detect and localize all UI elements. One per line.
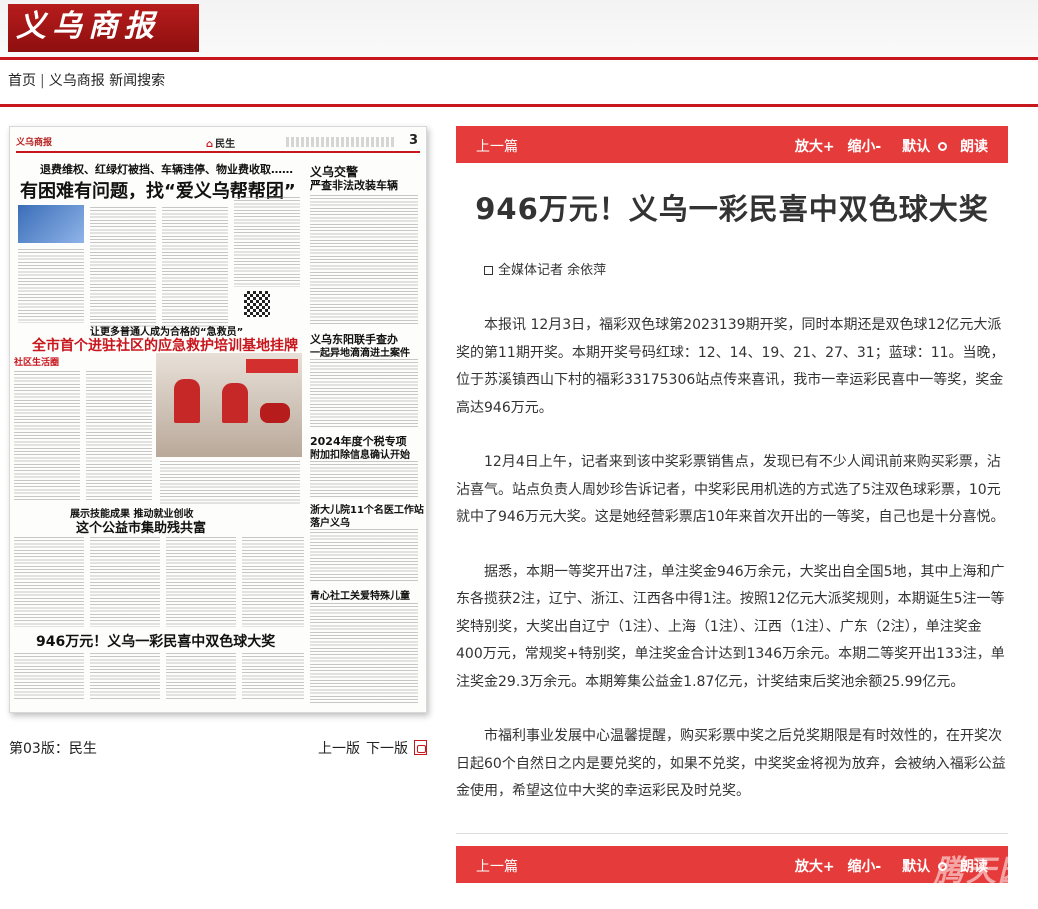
paper-text-block: [310, 529, 418, 581]
paper-headline-2[interactable]: 全市首个进驻社区的应急救护培训基地挂牌: [32, 335, 298, 355]
prev-page-link[interactable]: 上一版: [318, 741, 360, 757]
zoom-out-button-bottom[interactable]: 缩小-: [847, 859, 881, 875]
paper-text-block: [14, 653, 84, 699]
paper-header-meta: [286, 137, 396, 147]
paper-photo-2: [156, 353, 302, 457]
paper-text-block: [90, 653, 160, 699]
paper-text-block: [310, 359, 418, 429]
prev-article-link[interactable]: 上一篇: [476, 136, 518, 156]
zoom-in-button-bottom[interactable]: 放大+: [795, 859, 835, 875]
paper-side-headline-5[interactable]: 青心社工关爱特殊儿童: [310, 587, 410, 602]
paper-text-block: [14, 371, 80, 501]
breadcrumb-nav: 首页 | 义乌商报 新闻搜索: [8, 73, 166, 89]
nav-paper-link[interactable]: 义乌商报: [49, 73, 105, 89]
article-paragraph: 市福利事业发展中心温馨提醒，购买彩票中奖之后兑奖期限是有时效性的，在开奖次日起6…: [456, 728, 1006, 799]
paper-text-block: [234, 197, 300, 287]
paper-side-headline-1b[interactable]: 严查非法改装车辆: [310, 177, 398, 193]
default-size-label: 默认: [902, 139, 931, 155]
article-byline: 全媒体记者 余依萍: [484, 259, 606, 278]
paper-text-block: [162, 207, 228, 327]
article-paragraph: 据悉，本期一等奖开出7注，单注奖金946万余元，大奖出自全国5地，其中上海和广东…: [456, 563, 1005, 690]
paper-text-block: [90, 537, 160, 627]
article-paragraph: 12月4日上午，记者来到该中奖彩票销售点，发现已有不少人闻讯前来购买彩票，沾沾喜…: [456, 454, 1005, 525]
next-page-link[interactable]: 下一版: [366, 741, 408, 757]
square-icon: [484, 266, 493, 275]
page-caption: 第03版：民生: [9, 741, 97, 757]
pdf-icon[interactable]: [414, 740, 427, 755]
paper-text-block: [86, 371, 152, 501]
paper-text-block: [14, 537, 84, 627]
nav-home-link[interactable]: 首页: [8, 73, 36, 89]
zoom-in-button[interactable]: 放大+: [795, 139, 835, 155]
paper-masthead: 义乌商报: [16, 138, 53, 148]
paper-text-block: [166, 653, 236, 699]
byline-text: 全媒体记者 余依萍: [498, 263, 607, 278]
prev-article-link-bottom[interactable]: 上一篇: [476, 856, 518, 876]
paper-headline-3[interactable]: 这个公益市集助残共富: [76, 517, 206, 536]
paper-text-block: [310, 603, 418, 703]
paper-section-label: 民生: [206, 135, 235, 150]
article-body: 本报讯 12月3日，福彩双色球第2023139期开奖，同时本期还是双色球12亿元…: [456, 312, 1008, 833]
circle-icon: [938, 142, 948, 151]
paper-text-block: [310, 195, 418, 325]
paper-kicker-1[interactable]: 退费维权、红绿灯被挡、车辆违停、物业费收取……: [40, 161, 293, 177]
paper-page-header: 义乌商报 民生 3: [16, 133, 420, 153]
paper-side-headline-2b[interactable]: 一起异地滴滴进土案件: [310, 344, 410, 359]
paper-text-block: [242, 537, 304, 627]
paper-text-block: [90, 207, 156, 327]
read-aloud-button[interactable]: 朗读: [960, 139, 988, 155]
paper-text-block: [310, 461, 418, 499]
paper-text-block: [160, 461, 300, 505]
site-watermark: 腾天园: [934, 854, 1030, 889]
site-logo[interactable]: 义乌商报: [8, 4, 199, 52]
article-toolbar-bottom: 上一篇 放大+ 缩小- 默认 朗读: [456, 846, 1008, 883]
paper-side-headline-3b[interactable]: 附加扣除信息确认开始: [310, 446, 410, 461]
paper-text-block: [242, 653, 304, 699]
paper-text-block: [166, 537, 236, 627]
page-navigation: 上一版 下一版: [318, 738, 433, 758]
paper-page-number: 3: [408, 133, 418, 148]
site-header: 义乌商报: [0, 0, 1038, 60]
article-divider: [456, 833, 1008, 834]
paper-side-headline-4b[interactable]: 落户义乌: [310, 514, 350, 529]
paper-photo-1: [18, 205, 84, 243]
paper-text-block: [18, 249, 84, 323]
article-toolbar-top: 上一篇 放大+ 缩小- 默认 朗读: [456, 126, 1008, 163]
default-size-label: 默认: [902, 859, 931, 875]
paper-headline-4[interactable]: 946万元！义乌一彩民喜中双色球大奖: [36, 631, 275, 651]
nav-search-link[interactable]: 新闻搜索: [109, 73, 165, 89]
paper-qr-code: [244, 291, 270, 317]
article-title: 946万元！义乌一彩民喜中双色球大奖: [475, 192, 989, 226]
article-paragraph: 本报讯 12月3日，福彩双色球第2023139期开奖，同时本期还是双色球12亿元…: [456, 317, 1005, 416]
default-size-button[interactable]: 默认: [894, 139, 948, 155]
paper-tag: 社区生活圈: [14, 358, 60, 368]
newspaper-page-thumbnail[interactable]: 义乌商报 民生 3 退费维权、红绿灯被挡、车辆违停、物业费收取…… 有困难有问题…: [9, 126, 427, 713]
zoom-out-button[interactable]: 缩小-: [847, 139, 881, 155]
nav-divider: [0, 104, 1038, 107]
